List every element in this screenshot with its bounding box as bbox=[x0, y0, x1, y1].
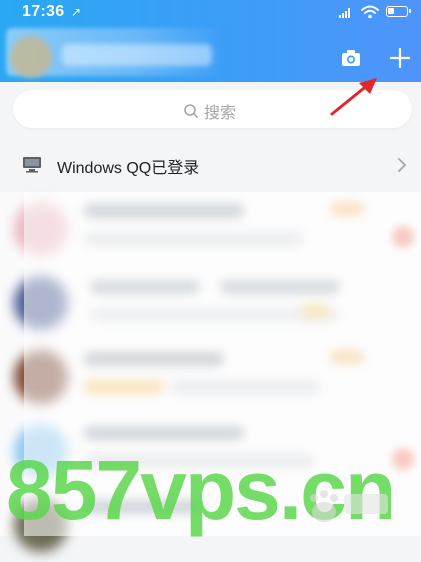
search-placeholder: 搜索 bbox=[204, 105, 237, 122]
login-notice-text: Windows QQ已登录 bbox=[57, 160, 200, 177]
chevron-right-icon bbox=[398, 158, 406, 172]
status-time: 17:36 bbox=[22, 3, 65, 20]
battery-icon bbox=[386, 6, 411, 17]
search-icon bbox=[184, 104, 198, 118]
avatar[interactable] bbox=[10, 36, 52, 78]
pc-icon bbox=[23, 157, 41, 173]
plus-icon[interactable] bbox=[389, 47, 411, 69]
annotation-arrow-icon bbox=[330, 78, 377, 116]
location-icon: ↗ bbox=[71, 5, 82, 19]
cellular-signal-icon bbox=[339, 8, 353, 18]
baidu-logo-icon bbox=[310, 490, 388, 522]
wifi-icon bbox=[361, 5, 379, 19]
windows-login-notice[interactable]: Windows QQ已登录 bbox=[0, 142, 421, 186]
profile-name-blurred bbox=[62, 44, 212, 66]
camera-icon[interactable] bbox=[341, 49, 361, 67]
status-bar: 17:36 ↗ bbox=[0, 0, 421, 24]
header: 17:36 ↗ bbox=[0, 0, 421, 82]
